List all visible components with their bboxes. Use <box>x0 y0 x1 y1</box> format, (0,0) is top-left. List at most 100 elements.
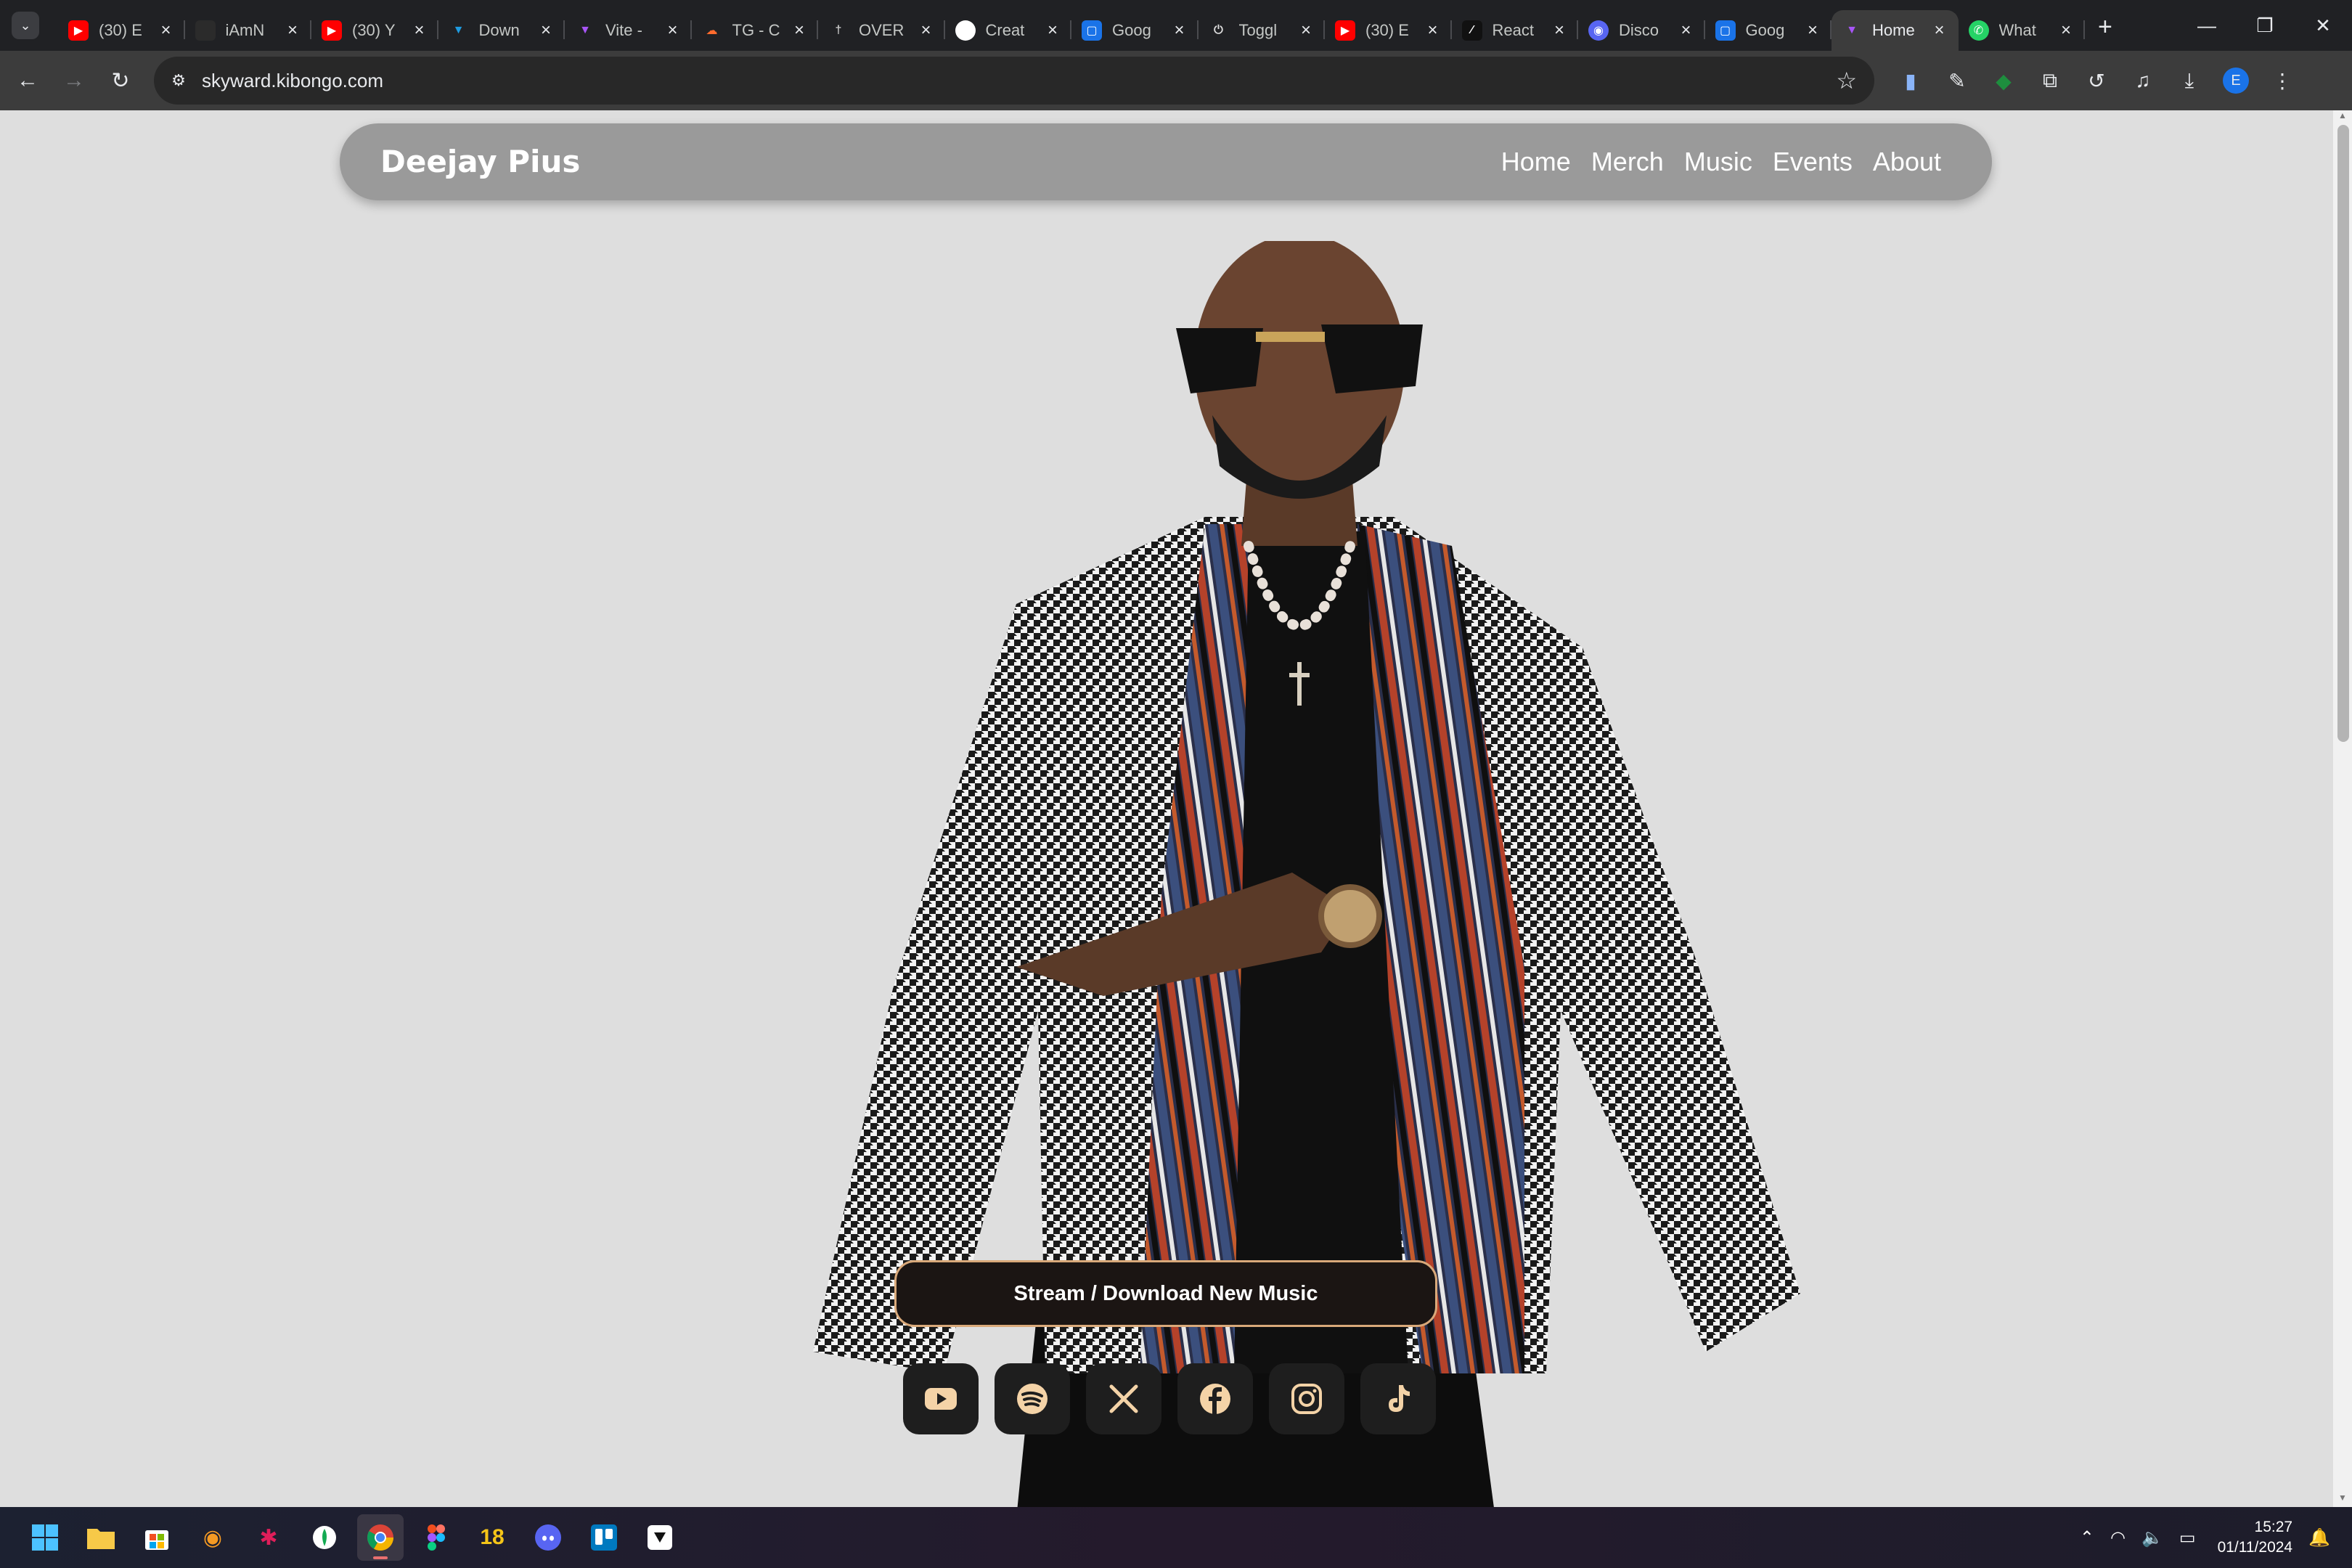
media-control-icon[interactable]: ♫ <box>2120 57 2166 104</box>
figma-icon[interactable] <box>413 1514 460 1561</box>
minimize-icon[interactable]: — <box>2178 0 2236 51</box>
tab[interactable]: Creat × <box>945 10 1072 51</box>
history-icon[interactable]: ↺ <box>2073 57 2120 104</box>
tab-close-icon[interactable]: × <box>158 20 175 41</box>
tab-close-icon[interactable]: × <box>664 20 682 41</box>
scroll-down-arrow-icon[interactable]: ▼ <box>2333 1493 2352 1507</box>
tab[interactable]: ✆ What × <box>1959 10 2086 51</box>
tab[interactable]: ▢ Goog × <box>1071 10 1199 51</box>
page-scrollbar[interactable]: ▲ ▼ <box>2333 110 2352 1507</box>
discord-icon[interactable] <box>525 1514 571 1561</box>
tab-close-icon[interactable]: × <box>1424 20 1442 41</box>
tab-close-icon[interactable]: × <box>284 20 301 41</box>
file-explorer-icon[interactable] <box>78 1514 124 1561</box>
mongodb-compass-icon[interactable] <box>301 1514 348 1561</box>
slack-icon[interactable]: ✱ <box>245 1514 292 1561</box>
tiktok-link[interactable] <box>1360 1363 1436 1434</box>
tab-close-icon[interactable]: × <box>1297 20 1315 41</box>
tab[interactable]: ▼ Vite - × <box>565 10 692 51</box>
instagram-link[interactable] <box>1269 1363 1344 1434</box>
restore-icon[interactable]: ❐ <box>2236 0 2294 51</box>
start-windows-icon[interactable] <box>22 1514 68 1561</box>
tab-title: React <box>1492 21 1534 39</box>
tab-close-icon[interactable]: × <box>791 20 808 41</box>
color-picker-icon[interactable]: ✎ <box>1934 57 1980 104</box>
tab-title: (30) E <box>99 21 142 39</box>
tab-close-icon[interactable]: × <box>1551 20 1568 41</box>
site-logo[interactable]: Deejay Pius <box>380 144 580 179</box>
new-tab-plus-icon[interactable]: + <box>2098 13 2112 41</box>
chrome-icon[interactable] <box>357 1514 404 1561</box>
tab[interactable]: ⏻ Toggl × <box>1199 10 1326 51</box>
tab[interactable]: ▶ (30) Y × <box>311 10 438 51</box>
page-viewport: Deejay Pius Home Merch Music Events Abou… <box>0 110 2333 1507</box>
tab-close-icon[interactable]: × <box>1804 20 1821 41</box>
tab[interactable]: ▶ (30) E × <box>1325 10 1452 51</box>
nav-home[interactable]: Home <box>1501 147 1571 177</box>
extensions-puzzle-icon[interactable]: ⧉ <box>2027 57 2073 104</box>
tab[interactable]: ▼ Down × <box>438 10 565 51</box>
url-text[interactable]: skyward.kibongo.com <box>202 70 383 92</box>
close-window-icon[interactable]: ✕ <box>2294 0 2352 51</box>
stream-download-button[interactable]: Stream / Download New Music <box>894 1260 1437 1327</box>
tab[interactable]: † OVER × <box>818 10 945 51</box>
nav-events[interactable]: Events <box>1773 147 1853 177</box>
download-app-icon: ▼ <box>452 24 465 36</box>
tab-title: (30) E <box>1365 21 1409 39</box>
youtube-link[interactable] <box>903 1363 979 1434</box>
tab-close-icon[interactable]: × <box>918 20 935 41</box>
tab[interactable]: ▶ (30) E × <box>58 10 185 51</box>
tab-close-icon[interactable]: × <box>411 20 428 41</box>
nav-music[interactable]: Music <box>1684 147 1752 177</box>
reload-icon[interactable]: ↻ <box>97 57 144 104</box>
site-settings-icon[interactable]: ⚙ <box>164 66 193 95</box>
wifi-icon[interactable]: ◠ <box>2110 1527 2126 1548</box>
nav-about[interactable]: About <box>1873 147 1941 177</box>
spotify-link[interactable] <box>995 1363 1070 1434</box>
back-arrow-icon[interactable]: ← <box>4 57 51 104</box>
notification-bell-icon[interactable]: 🔔 <box>2308 1527 2330 1548</box>
tab-close-icon[interactable]: × <box>1931 20 1948 41</box>
extension-docs-icon[interactable]: ▮ <box>1887 57 1934 104</box>
bookmark-star-icon[interactable]: ☆ <box>1836 67 1857 94</box>
microsoft-store-icon[interactable] <box>134 1514 180 1561</box>
tab-list: ▶ (30) E × iAmN × ▶ (30) Y × ▼ Down × ▼ Vite - × … <box>58 0 2085 51</box>
tab[interactable]: ◉ Disco × <box>1578 10 1705 51</box>
nav-merch[interactable]: Merch <box>1591 147 1664 177</box>
profile-avatar[interactable]: E <box>2223 68 2249 94</box>
tab-close-icon[interactable]: × <box>537 20 555 41</box>
x-link[interactable] <box>1086 1363 1161 1434</box>
tab[interactable]: ⁄ React × <box>1452 10 1579 51</box>
youtube-icon <box>925 1388 957 1410</box>
tab[interactable]: ☁ TG - C × <box>692 10 819 51</box>
scroll-thumb[interactable] <box>2337 125 2349 742</box>
app-box-icon[interactable] <box>637 1514 683 1561</box>
forward-arrow-icon[interactable]: → <box>51 57 97 104</box>
tab-search-button[interactable]: ⌄ <box>12 12 39 39</box>
battery-icon[interactable]: ▭ <box>2179 1527 2196 1548</box>
tab-close-icon[interactable]: × <box>1044 20 1061 41</box>
facebook-link[interactable] <box>1177 1363 1253 1434</box>
tray-chevron-up-icon[interactable]: ⌃ <box>2080 1527 2094 1548</box>
address-bar[interactable]: ⚙ skyward.kibongo.com ☆ <box>154 57 1874 105</box>
volume-icon[interactable]: 🔈 <box>2141 1527 2163 1548</box>
tab-close-icon[interactable]: × <box>1678 20 1695 41</box>
scroll-up-arrow-icon[interactable]: ▲ <box>2333 110 2352 125</box>
taskbar-clock[interactable]: 15:27 01/11/2024 <box>2218 1517 2293 1558</box>
trello-icon[interactable] <box>581 1514 627 1561</box>
browser-toolbar: ← → ↻ ⚙ skyward.kibongo.com ☆ ▮ ✎ ◆ ⧉ ↺ … <box>0 51 2352 110</box>
tab-active[interactable]: ▼ Home × <box>1832 10 1959 51</box>
tab-close-icon[interactable]: × <box>2057 20 2075 41</box>
discord-icon: ◉ <box>1588 20 1609 41</box>
tab[interactable]: ▢ Goog × <box>1705 10 1832 51</box>
tab[interactable]: iAmN × <box>185 10 312 51</box>
google-classroom-icon: ▢ <box>1082 20 1102 41</box>
tab-close-icon[interactable]: × <box>1171 20 1188 41</box>
extension-leaf-icon[interactable]: ◆ <box>1980 57 2027 104</box>
react-icon: ⁄ <box>1461 20 1482 41</box>
menu-kebab-icon[interactable]: ⋮ <box>2259 57 2306 104</box>
tab-title: OVER <box>859 21 905 39</box>
fl-studio-icon[interactable]: ◉ <box>189 1514 236 1561</box>
downloads-icon[interactable]: ⤓ <box>2166 57 2213 104</box>
app-18-icon[interactable]: 18 <box>469 1514 515 1561</box>
